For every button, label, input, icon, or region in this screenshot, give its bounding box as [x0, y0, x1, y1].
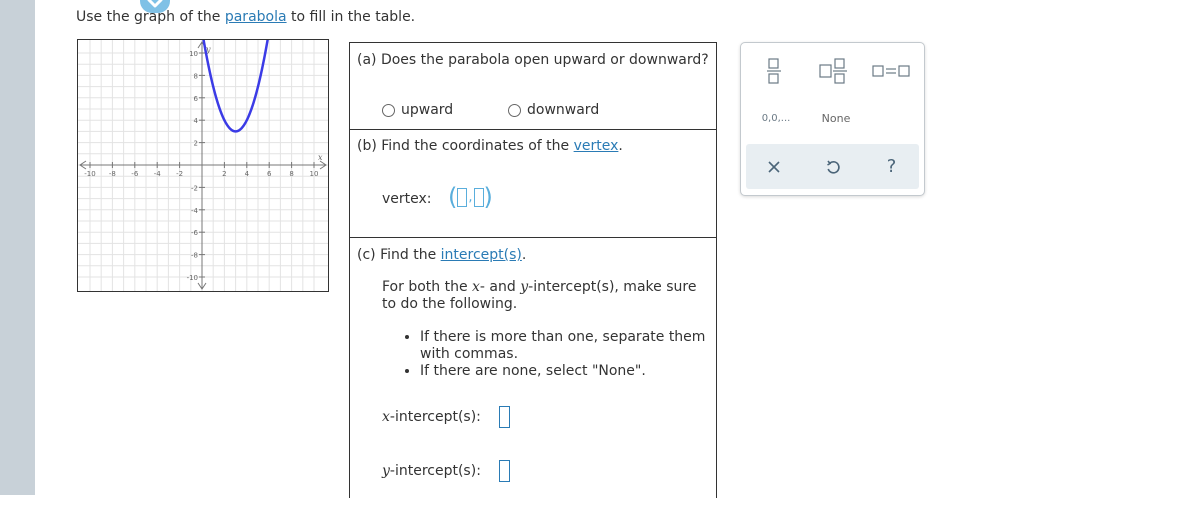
intercepts-link[interactable]: intercept(s): [441, 247, 522, 263]
x-tick-label: -6: [131, 170, 139, 178]
chevron-down-icon: [147, 0, 163, 7]
part-b-cell: (b) Find the coordinates of the vertex. …: [350, 130, 716, 238]
part-b-question: (b) Find the coordinates of the vertex.: [357, 138, 623, 154]
x-tick-label: 10: [310, 170, 319, 178]
y-tick-label: 10: [189, 50, 198, 58]
problem-prompt: Use the graph of the parabola to fill in…: [76, 9, 415, 25]
bullet-item: If there is more than one, separate them…: [420, 329, 730, 363]
left-sidebar: [0, 0, 35, 495]
y-intercept-input[interactable]: [498, 460, 510, 482]
y-tick-label: -6: [191, 229, 199, 237]
y-tick-label: 2: [194, 140, 198, 148]
part-b-text: (b) Find the coordinates of the: [357, 138, 574, 154]
y-tick-label: -2: [191, 184, 198, 192]
equation-icon: [872, 65, 910, 77]
help-button[interactable]: ?: [864, 144, 919, 189]
clear-button[interactable]: [746, 144, 801, 189]
part-a-cell: (a) Does the parabola open upward or dow…: [350, 43, 716, 130]
x-intercept-label: x-intercept(s):: [382, 409, 481, 425]
y-tick-label: 6: [194, 95, 199, 103]
fraction-icon: [767, 58, 781, 84]
question-table: (a) Does the parabola open upward or dow…: [349, 42, 717, 498]
fraction-button[interactable]: [759, 53, 789, 89]
x-intercept-row: x-intercept(s):: [382, 406, 510, 428]
parabola-graph: -10 -8 -6 -4 -2 2 4 6 8 10 10 8 6 4 2 -2 -4 -6 -8 -10 x y: [77, 39, 329, 292]
y-intercept-row: y-intercept(s):: [382, 460, 510, 482]
x-tick-label: -10: [84, 170, 95, 178]
open-paren: (: [448, 183, 458, 211]
y-tick-label: -10: [187, 274, 198, 282]
instr-x-var: x: [472, 279, 480, 295]
undo-button[interactable]: [805, 144, 860, 189]
bullet-item: If there are none, select "None".: [420, 363, 730, 380]
part-a-question: (a) Does the parabola open upward or dow…: [357, 52, 709, 68]
instr-text-1: For both the: [382, 279, 473, 295]
vertex-link[interactable]: vertex: [574, 138, 619, 154]
radio-circle-downward[interactable]: [508, 103, 521, 117]
x-tick-label: -2: [176, 170, 183, 178]
part-b-period: .: [618, 138, 623, 154]
undo-icon: [826, 160, 840, 174]
radio-upward-label: upward: [401, 102, 454, 118]
radio-downward[interactable]: downward: [508, 102, 599, 118]
y-tick-label: 8: [194, 72, 198, 80]
prompt-text-end: to fill in the table.: [286, 9, 416, 25]
x-axis-label: x: [318, 153, 323, 162]
y-var: y: [382, 463, 390, 479]
radio-circle-upward[interactable]: [382, 103, 395, 117]
y-tick-label: -4: [191, 207, 199, 215]
instruction-bullets: If there is more than one, separate them…: [402, 329, 730, 380]
close-icon: [767, 160, 780, 173]
vertex-input-group: ( , ): [448, 183, 493, 211]
y-intercept-label: y-intercept(s):: [382, 463, 481, 479]
x-tick-label: 4: [245, 170, 250, 178]
mixed-number-icon: [819, 58, 847, 84]
x-tick-label: -8: [109, 170, 116, 178]
toolbar-actions: ?: [746, 144, 919, 189]
none-button[interactable]: None: [811, 107, 861, 129]
intercept-instructions: For both the x- and y-intercept(s), make…: [382, 279, 707, 313]
y-label-text: -intercept(s):: [389, 463, 481, 479]
list-label: 0,0,...: [761, 112, 791, 124]
part-c-question: (c) Find the intercept(s).: [357, 247, 526, 263]
part-c-period: .: [521, 247, 527, 263]
x-label-text: -intercept(s):: [389, 409, 481, 425]
graph-svg: -10 -8 -6 -4 -2 2 4 6 8 10108642-2-4-6-8-10xy: [78, 40, 328, 291]
vertex-label: vertex:: [382, 191, 432, 207]
none-label: None: [821, 111, 851, 125]
part-c-text: (c) Find the: [357, 247, 441, 263]
vertex-y-input[interactable]: [473, 187, 484, 207]
help-icon: ?: [886, 156, 897, 177]
parabola-link[interactable]: parabola: [225, 9, 287, 25]
prompt-text-middle: of the: [175, 9, 225, 25]
instr-text-2: - and: [479, 279, 521, 295]
radio-upward[interactable]: upward: [382, 102, 453, 118]
x-tick-label: 6: [267, 170, 272, 178]
equals-button[interactable]: [869, 53, 913, 89]
instr-y-var: y: [520, 279, 529, 295]
part-c-cell: (c) Find the intercept(s). For both the …: [350, 238, 716, 508]
x-tick-label: 2: [222, 170, 226, 178]
vertex-x-input[interactable]: [457, 187, 468, 207]
x-tick-label: 8: [289, 170, 293, 178]
x-tick-label: -4: [154, 170, 162, 178]
mixed-number-button[interactable]: [813, 53, 853, 89]
x-var: x: [382, 409, 390, 425]
prompt-text-start: Use the: [76, 9, 135, 25]
y-tick-label: 4: [194, 117, 199, 125]
list-button[interactable]: 0,0,...: [751, 107, 801, 129]
x-intercept-input[interactable]: [498, 406, 510, 428]
math-toolbar: 0,0,... None ?: [740, 42, 925, 196]
close-paren: ): [483, 183, 493, 211]
comma-separator: ,: [468, 189, 473, 205]
radio-downward-label: downward: [527, 102, 600, 118]
y-tick-label: -8: [191, 252, 198, 260]
